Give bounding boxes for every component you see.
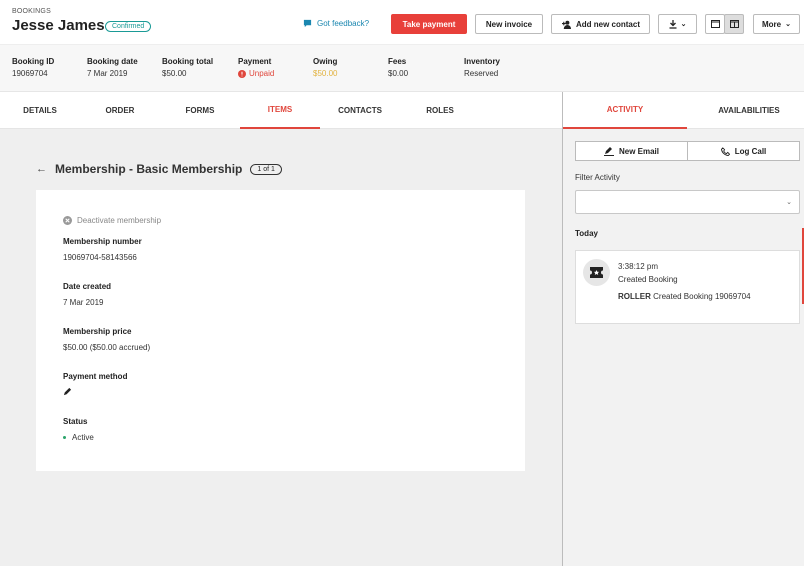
tab-items[interactable]: ITEMS — [240, 92, 320, 129]
activity-panel: ACTIVITY AVAILABILITIES New Email Log Ca… — [563, 92, 804, 566]
phone-icon — [720, 146, 730, 156]
deactivate-membership-button[interactable]: Deactivate membership — [63, 216, 161, 225]
add-contact-label: Add new contact — [575, 19, 640, 29]
booking-id: Booking ID 19069704 — [12, 57, 54, 78]
item-title-row: ← Membership - Basic Membership 1 of 1 — [36, 162, 282, 176]
booking-date-value: 7 Mar 2019 — [87, 69, 128, 78]
activity-tabs: ACTIVITY AVAILABILITIES — [563, 92, 804, 129]
activity-text: Created Booking 19069704 — [653, 292, 751, 301]
deactivate-label: Deactivate membership — [77, 216, 162, 225]
date-created-value: 7 Mar 2019 — [63, 298, 104, 307]
item-counter: 1 of 1 — [250, 163, 282, 175]
status-dot-icon — [63, 436, 66, 440]
owing-value: $50.00 — [313, 69, 338, 78]
feedback-link[interactable]: Got feedback? — [303, 19, 369, 28]
payment-value: Unpaid — [238, 69, 274, 78]
more-label: More — [762, 19, 782, 29]
tab-activity[interactable]: ACTIVITY — [563, 92, 687, 129]
date-created-label: Date created — [63, 282, 112, 291]
inventory-value: Reserved — [464, 69, 499, 78]
fees-value: $0.00 — [388, 69, 409, 78]
alert-icon — [238, 69, 246, 78]
inventory-label: Inventory — [464, 57, 501, 66]
add-contact-button[interactable]: Add new contact — [551, 14, 650, 34]
log-call-button[interactable]: Log Call — [687, 141, 800, 161]
single-view-button[interactable] — [705, 14, 725, 34]
feedback-label: Got feedback? — [317, 19, 370, 28]
pencil-icon — [603, 146, 614, 156]
membership-number-value: 19069704-58143566 — [63, 253, 137, 262]
take-payment-button[interactable]: Take payment — [391, 14, 467, 34]
booking-total: Booking total $50.00 — [162, 57, 213, 78]
page-title: Jesse James — [12, 17, 105, 34]
status-value-text: Active — [72, 433, 94, 442]
tab-order[interactable]: ORDER — [80, 92, 160, 129]
activity-actor: ROLLER — [618, 292, 651, 301]
split-view-button[interactable] — [724, 14, 744, 34]
close-circle-icon — [63, 216, 72, 225]
activity-message: ROLLER Created Booking 19069704 — [618, 292, 751, 301]
window-icon — [710, 20, 720, 28]
new-invoice-button[interactable]: New invoice — [475, 14, 543, 34]
activity-type: Created Booking — [618, 275, 678, 284]
activity-group-label: Today — [575, 229, 598, 238]
chevron-down-icon: ⌄ — [680, 21, 687, 28]
add-person-icon — [561, 20, 571, 29]
booking-tabs: DETAILS ORDER FORMS ITEMS CONTACTS ROLES — [0, 92, 562, 129]
payment-label: Payment — [238, 57, 272, 66]
filter-activity-select[interactable]: ⌄ — [575, 190, 800, 214]
more-button[interactable]: More ⌄ — [753, 14, 800, 34]
split-window-icon — [729, 20, 739, 28]
pencil-icon — [63, 387, 72, 396]
ticket-icon — [583, 259, 610, 286]
status-badge: Confirmed — [105, 21, 152, 32]
owing: Owing $50.00 — [313, 57, 337, 78]
item-title: Membership - Basic Membership — [55, 162, 243, 176]
booking-total-value: $50.00 — [162, 69, 187, 78]
back-arrow-icon[interactable]: ← — [36, 163, 47, 175]
activity-item[interactable]: 3:38:12 pm Created Booking ROLLER Create… — [575, 250, 800, 324]
payment-method-label: Payment method — [63, 372, 128, 381]
new-email-button[interactable]: New Email — [575, 141, 688, 161]
inventory: Inventory Reserved — [464, 57, 500, 78]
chevron-down-icon: ⌄ — [786, 199, 792, 206]
tab-details[interactable]: DETAILS — [0, 92, 80, 129]
new-invoice-label: New invoice — [485, 19, 533, 29]
tab-forms[interactable]: FORMS — [160, 92, 240, 129]
booking-date: Booking date 7 Mar 2019 — [87, 57, 138, 78]
booking-summary: Booking ID 19069704 Booking date 7 Mar 2… — [0, 44, 804, 92]
owing-label: Owing — [313, 57, 338, 66]
download-icon — [669, 19, 677, 29]
status-label: Status — [63, 417, 88, 426]
booking-id-value: 19069704 — [12, 69, 48, 78]
breadcrumb[interactable]: BOOKINGS — [12, 8, 51, 15]
tab-roles[interactable]: ROLES — [400, 92, 480, 129]
chat-icon — [303, 19, 312, 28]
take-payment-label: Take payment — [402, 19, 456, 29]
new-email-label: New Email — [618, 146, 659, 156]
fees-label: Fees — [388, 57, 407, 66]
edit-payment-method-button[interactable] — [63, 387, 72, 398]
log-call-label: Log Call — [734, 146, 767, 156]
filter-activity-label: Filter Activity — [575, 173, 620, 182]
membership-number-label: Membership number — [63, 237, 142, 246]
payment-value-text: Unpaid — [249, 69, 275, 78]
membership-price-value: $50.00 ($50.00 accrued) — [63, 343, 151, 352]
membership-card: Deactivate membership Membership number … — [36, 190, 525, 471]
items-panel: ← Membership - Basic Membership 1 of 1 D… — [0, 129, 562, 566]
page-header: BOOKINGS Jesse James Confirmed Got feedb… — [0, 0, 804, 44]
payment-status: Payment Unpaid — [238, 57, 274, 78]
activity-time: 3:38:12 pm — [618, 262, 659, 271]
chevron-down-icon: ⌄ — [785, 21, 791, 28]
download-dropdown-button[interactable]: ⌄ — [658, 14, 697, 34]
tab-availabilities[interactable]: AVAILABILITIES — [687, 92, 804, 129]
booking-date-label: Booking date — [87, 57, 138, 66]
fees: Fees $0.00 — [388, 57, 408, 78]
booking-total-label: Booking total — [162, 57, 214, 66]
status-value: Active — [63, 433, 94, 442]
booking-id-label: Booking ID — [12, 57, 55, 66]
membership-price-label: Membership price — [63, 327, 132, 336]
tab-contacts[interactable]: CONTACTS — [320, 92, 400, 129]
